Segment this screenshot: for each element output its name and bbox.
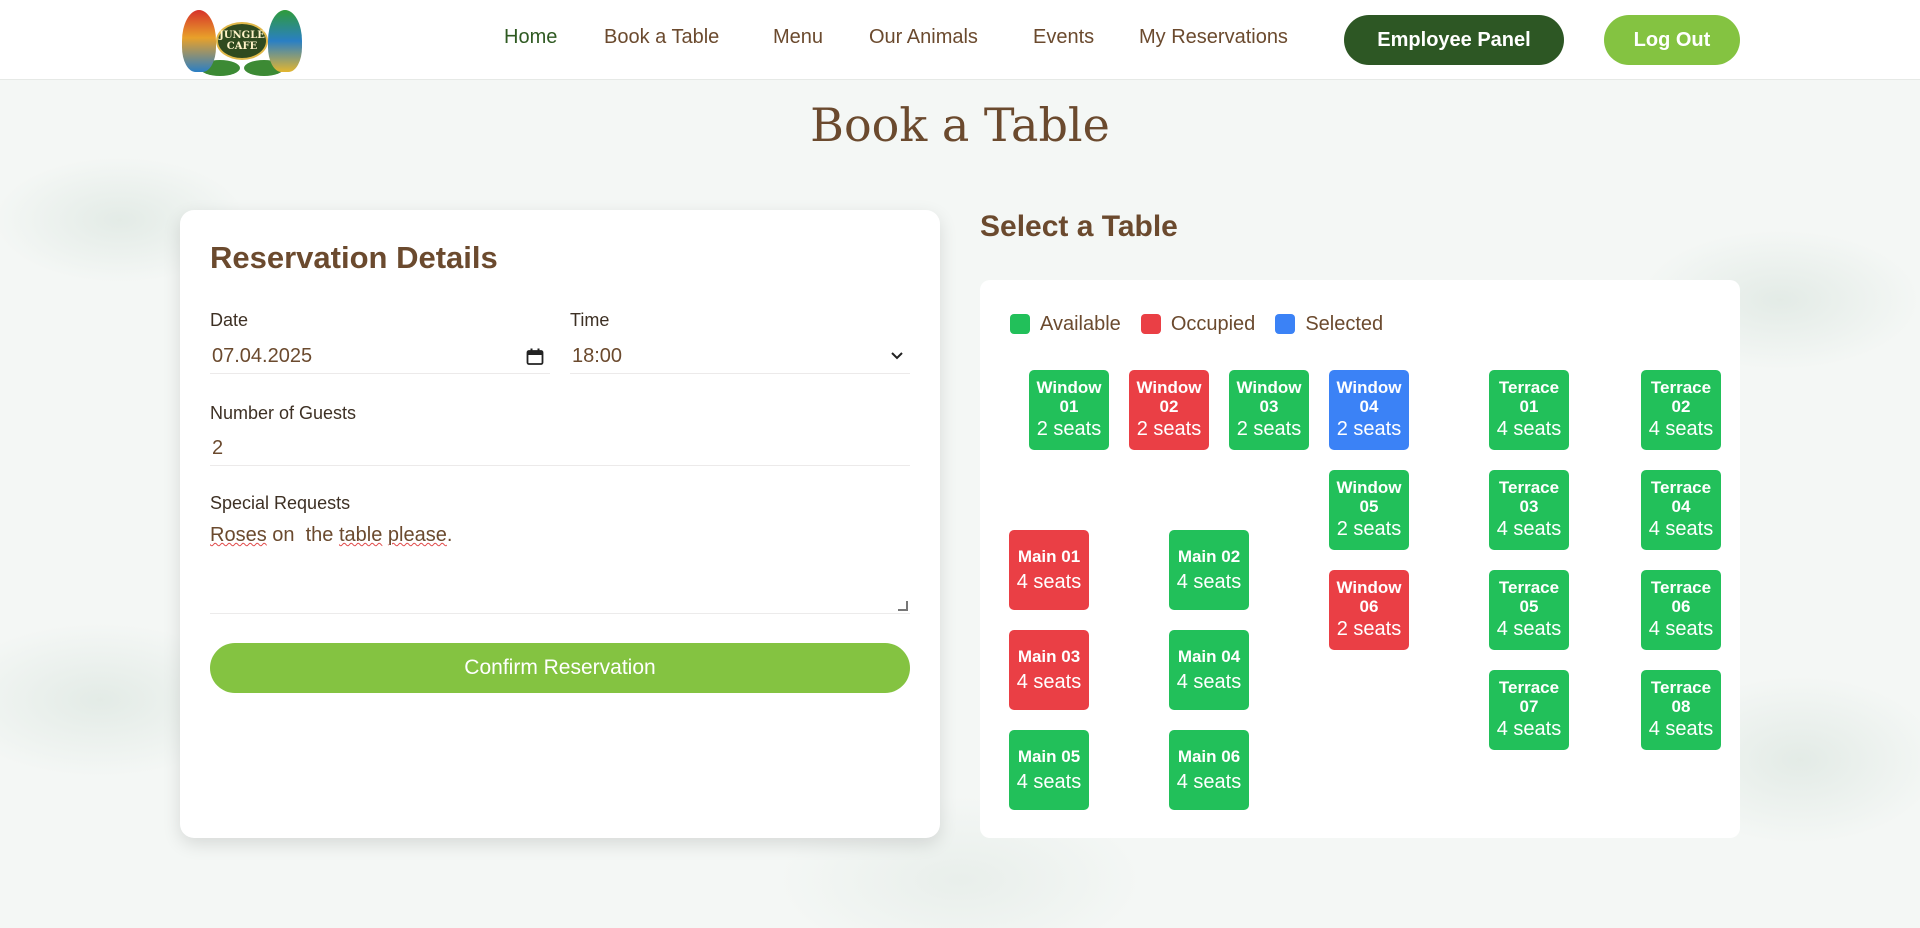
table-name: Main 04 (1177, 647, 1241, 666)
table-seats: 4 seats (1176, 671, 1242, 693)
special-requests-label: Special Requests (210, 493, 351, 513)
table-name: Main 06 (1177, 747, 1241, 766)
table-name: Terrace 03 (1498, 478, 1560, 516)
nav-link-my-reservations[interactable]: My Reservations (1139, 26, 1288, 49)
legend-selected: Selected (1275, 313, 1383, 336)
occupied-swatch (1140, 314, 1161, 334)
table-main-04[interactable]: Main 04 4 seats (1169, 630, 1249, 710)
nav-link-events[interactable]: Events (1033, 26, 1094, 49)
table-name: Main 03 (1017, 647, 1081, 666)
table-terrace-02[interactable]: Terrace 02 4 seats (1641, 370, 1721, 450)
table-seats: 4 seats (1176, 571, 1242, 593)
table-name: Terrace 08 (1650, 678, 1712, 716)
table-name: Window 03 (1236, 378, 1302, 416)
table-seats: 2 seats (1036, 418, 1102, 440)
table-terrace-06[interactable]: Terrace 06 4 seats (1641, 570, 1721, 650)
table-seats: 4 seats (1648, 718, 1714, 740)
table-window-03[interactable]: Window 03 2 seats (1229, 370, 1309, 450)
table-seats: 4 seats (1648, 518, 1714, 540)
table-seats: 2 seats (1336, 518, 1402, 540)
calendar-icon[interactable] (526, 348, 544, 371)
table-window-01[interactable]: Window 01 2 seats (1029, 370, 1109, 450)
table-terrace-04[interactable]: Terrace 04 4 seats (1641, 470, 1721, 550)
table-name: Terrace 01 (1498, 378, 1560, 416)
page-title: Book a Table (810, 98, 1110, 152)
nav-link-home[interactable]: Home (504, 26, 557, 49)
table-seats: 4 seats (1496, 718, 1562, 740)
table-name: Window 01 (1036, 378, 1102, 416)
table-main-06[interactable]: Main 06 4 seats (1169, 730, 1249, 810)
table-main-03[interactable]: Main 03 4 seats (1009, 630, 1089, 710)
legend: Available Occupied Selected (1010, 312, 1403, 336)
table-name: Terrace 04 (1650, 478, 1712, 516)
table-seats: 4 seats (1648, 418, 1714, 440)
table-window-04[interactable]: Window 04 2 seats (1329, 370, 1409, 450)
table-name: Window 04 (1336, 378, 1402, 416)
nav-link-book-a-table[interactable]: Book a Table (604, 26, 719, 49)
time-select[interactable]: 18:00 (570, 340, 910, 374)
table-name: Terrace 06 (1650, 578, 1712, 616)
table-window-02[interactable]: Window 02 2 seats (1129, 370, 1209, 450)
available-swatch (1010, 314, 1030, 334)
table-seats: 4 seats (1496, 418, 1562, 440)
table-seats: 4 seats (1016, 571, 1082, 593)
date-label: Date (210, 310, 249, 330)
table-seats: 2 seats (1336, 418, 1402, 440)
table-name: Window 05 (1336, 478, 1402, 516)
date-value: 07.04.2025 (212, 345, 313, 367)
legend-occupied: Occupied (1140, 313, 1255, 336)
table-main-05[interactable]: Main 05 4 seats (1009, 730, 1089, 810)
special-requests-value: Roses on the table please. (210, 524, 453, 546)
table-terrace-07[interactable]: Terrace 07 4 seats (1489, 670, 1569, 750)
table-terrace-05[interactable]: Terrace 05 4 seats (1489, 570, 1569, 650)
time-value: 18:00 (572, 345, 623, 367)
confirm-reservation-button[interactable]: Confirm Reservation (210, 643, 910, 693)
table-seats: 2 seats (1236, 418, 1302, 440)
table-name: Window 06 (1336, 578, 1402, 616)
guests-label: Number of Guests (210, 403, 357, 423)
date-field[interactable]: 07.04.2025 (210, 340, 550, 374)
table-window-05[interactable]: Window 05 2 seats (1329, 470, 1409, 550)
table-main-01[interactable]: Main 01 4 seats (1009, 530, 1089, 610)
table-name: Terrace 07 (1498, 678, 1560, 716)
table-name: Terrace 02 (1650, 378, 1712, 416)
table-seats: 2 seats (1336, 618, 1402, 640)
nav-link-menu[interactable]: Menu (773, 26, 823, 49)
table-seats: 4 seats (1496, 618, 1562, 640)
table-name: Terrace 05 (1498, 578, 1560, 616)
table-name: Main 02 (1177, 547, 1241, 566)
table-seats: 4 seats (1648, 618, 1714, 640)
table-name: Window 02 (1136, 378, 1202, 416)
table-main-02[interactable]: Main 02 4 seats (1169, 530, 1249, 610)
table-terrace-08[interactable]: Terrace 08 4 seats (1641, 670, 1721, 750)
table-map: Available Occupied Selected Window 01 2 se… (980, 280, 1740, 838)
table-seats: 4 seats (1016, 671, 1082, 693)
resize-handle-icon[interactable] (898, 601, 908, 611)
guests-value: 2 (212, 437, 224, 459)
table-window-06[interactable]: Window 06 2 seats (1329, 570, 1409, 650)
table-seats: 4 seats (1496, 518, 1562, 540)
legend-available: Available (1010, 313, 1121, 336)
reservation-details-card: Reservation Details Date 07.04.2025 Time… (180, 210, 940, 838)
select-table-title: Select a Table (980, 210, 1178, 243)
log-out-button[interactable]: Log Out (1604, 15, 1740, 65)
reservation-details-title: Reservation Details (210, 240, 498, 275)
guests-input[interactable]: 2 (210, 432, 910, 466)
chevron-down-icon (890, 348, 904, 367)
table-name: Main 05 (1017, 747, 1081, 766)
table-seats: 2 seats (1136, 418, 1202, 440)
table-terrace-03[interactable]: Terrace 03 4 seats (1489, 470, 1569, 550)
selected-swatch (1275, 314, 1296, 334)
table-seats: 4 seats (1176, 771, 1242, 793)
time-label: Time (570, 310, 610, 330)
employee-panel-button[interactable]: Employee Panel (1344, 15, 1564, 65)
navbar: JUNGLE CAFE Home Book a Table Menu Our A… (0, 0, 1920, 80)
nav-link-our-animals[interactable]: Our Animals (869, 26, 978, 49)
table-terrace-01[interactable]: Terrace 01 4 seats (1489, 370, 1569, 450)
table-name: Main 01 (1017, 547, 1081, 566)
special-requests-textarea[interactable]: Roses on the table please. (210, 524, 910, 614)
table-seats: 4 seats (1016, 771, 1082, 793)
